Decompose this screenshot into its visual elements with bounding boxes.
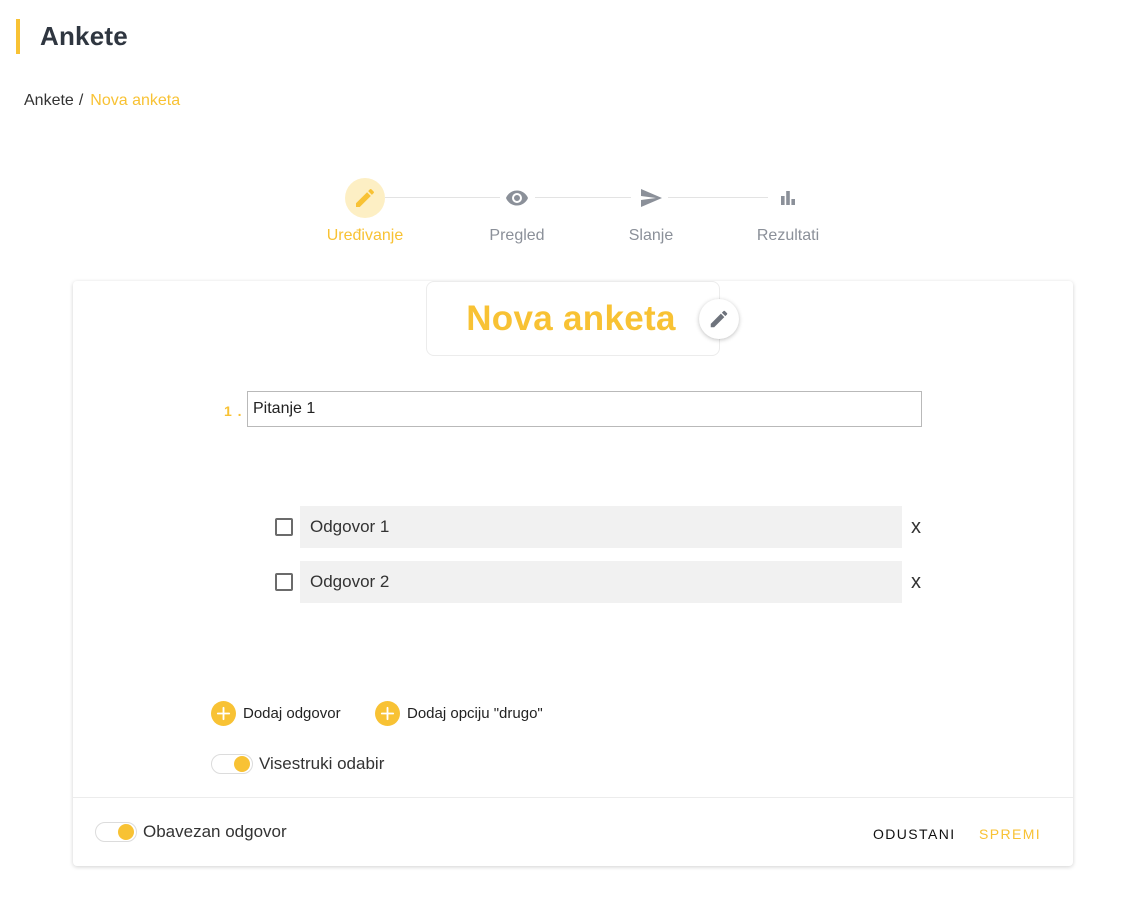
answer-checkbox[interactable]	[275, 518, 293, 536]
required-answer-toggle[interactable]: Obavezan odgovor	[95, 822, 287, 842]
remove-answer-button[interactable]: x	[911, 571, 921, 594]
plus-icon	[375, 701, 400, 726]
cancel-button[interactable]: ODUSTANI	[873, 826, 956, 842]
page: Ankete Ankete / Nova anketa Uređivanje P…	[0, 0, 1147, 903]
answer-checkbox[interactable]	[275, 573, 293, 591]
survey-card: Nova anketa 1 . x x Dodaj odgovor	[73, 281, 1073, 866]
stepper: Uređivanje Pregled Slanje Rezultati	[0, 0, 1147, 260]
step-circle	[497, 178, 537, 218]
pencil-icon	[356, 188, 375, 207]
answer-input[interactable]	[300, 506, 902, 548]
step-label: Rezultati	[756, 227, 820, 244]
step-results[interactable]: Rezultati	[728, 178, 848, 245]
pencil-icon	[710, 310, 728, 328]
step-circle	[345, 178, 385, 218]
step-preview[interactable]: Pregled	[457, 178, 577, 245]
footer-divider	[73, 797, 1073, 798]
edit-title-button[interactable]	[699, 299, 739, 339]
plus-icon	[211, 701, 236, 726]
required-answer-label: Obavezan odgovor	[143, 822, 287, 841]
toggle-knob	[118, 824, 134, 840]
step-circle	[631, 178, 671, 218]
multiple-choice-label: Visestruki odabir	[259, 754, 385, 773]
multiple-choice-toggle[interactable]: Visestruki odabir	[211, 754, 384, 774]
survey-title: Nova anketa	[466, 298, 676, 338]
send-icon	[641, 189, 662, 207]
step-circle	[768, 178, 808, 218]
step-editing[interactable]: Uređivanje	[305, 178, 425, 245]
add-answer-button[interactable]: Dodaj odgovor	[211, 701, 341, 726]
remove-answer-button[interactable]: x	[911, 516, 921, 539]
add-answer-label: Dodaj odgovor	[243, 705, 341, 722]
answer-input[interactable]	[300, 561, 902, 603]
step-label: Pregled	[489, 227, 545, 244]
add-other-option-button[interactable]: Dodaj opciju "drugo"	[375, 701, 543, 726]
toggle-knob	[234, 756, 250, 772]
toggle-track	[211, 754, 253, 774]
step-label: Slanje	[628, 227, 674, 244]
save-button[interactable]: SPREMI	[979, 826, 1041, 842]
eye-icon	[506, 190, 528, 206]
step-label: Uređivanje	[326, 227, 404, 244]
step-sending[interactable]: Slanje	[591, 178, 711, 245]
question-number: 1 .	[224, 403, 243, 419]
survey-title-box: Nova anketa	[426, 281, 720, 356]
toggle-track	[95, 822, 137, 842]
answer-row: x	[274, 561, 934, 603]
add-other-option-label: Dodaj opciju "drugo"	[407, 705, 543, 722]
question-input[interactable]	[247, 391, 922, 427]
answer-row: x	[274, 506, 934, 548]
bar-chart-icon	[781, 191, 795, 205]
